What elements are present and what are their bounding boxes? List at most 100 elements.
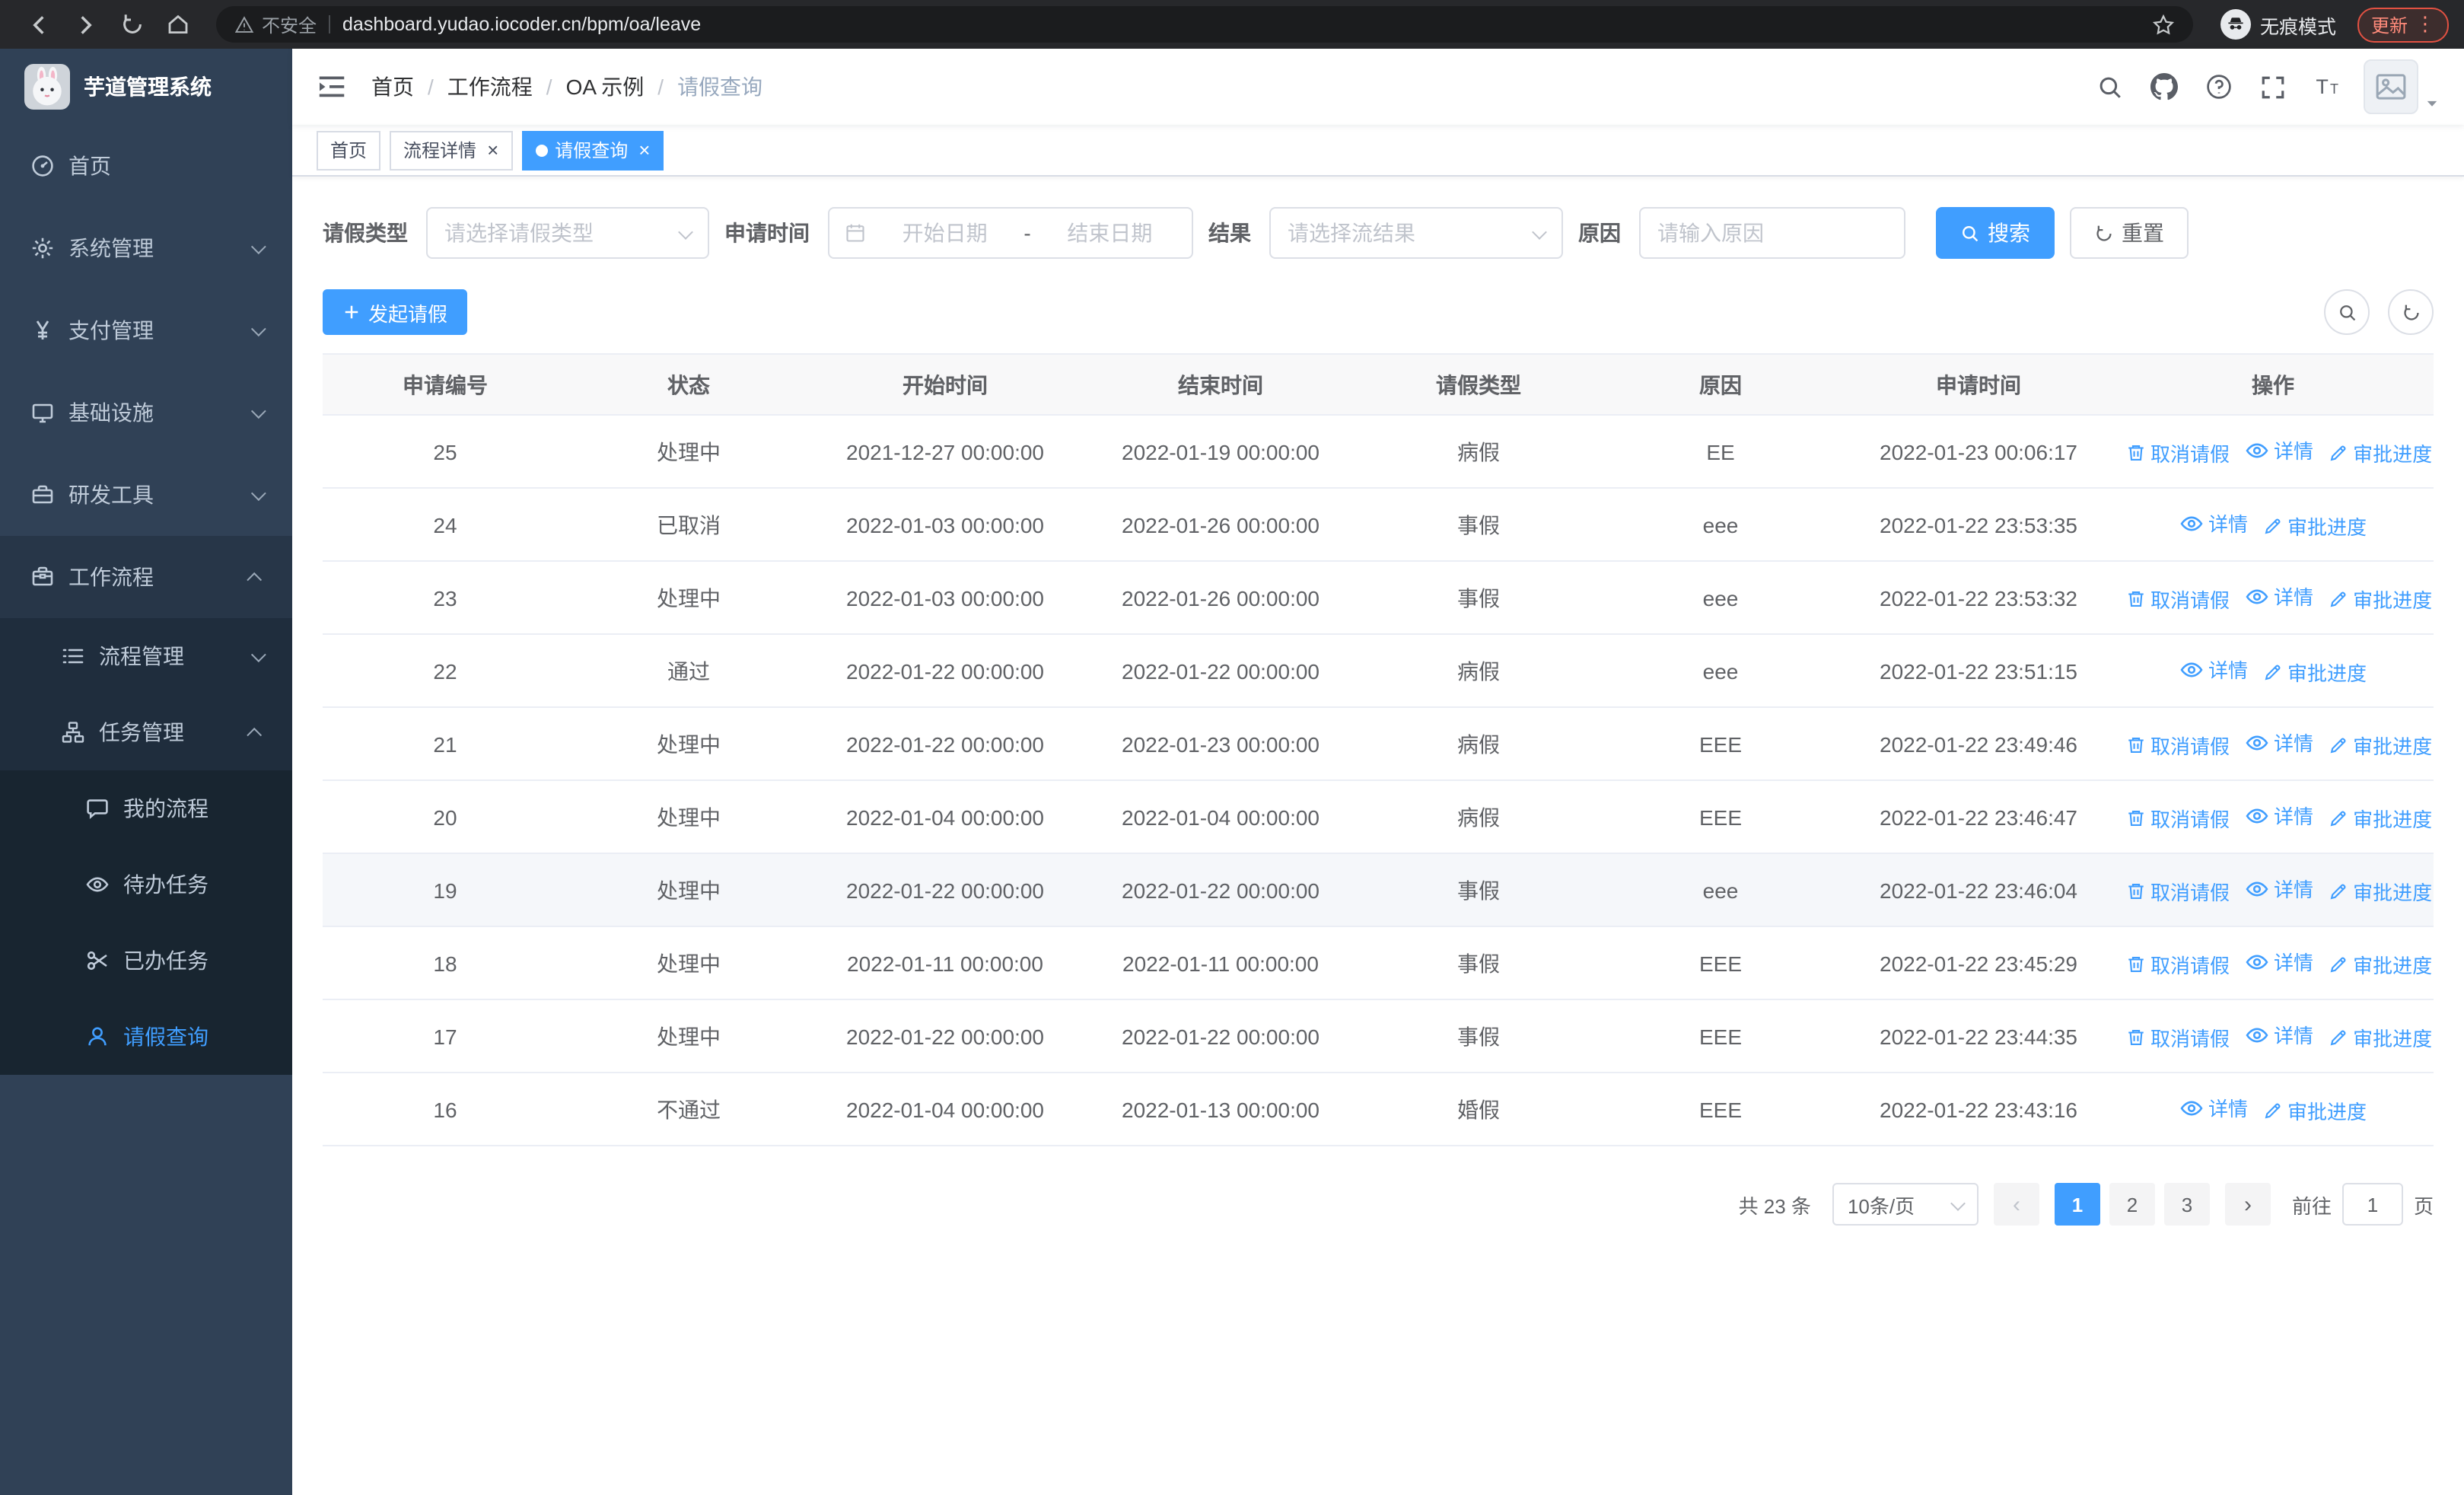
prev-page-button[interactable]: ‹ [1993,1183,2039,1226]
close-icon[interactable]: × [487,140,498,160]
progress-link[interactable]: 审批进度 [2329,1023,2432,1052]
sidebar-item-done-task[interactable]: 已办任务 [0,923,292,999]
refresh-table-button[interactable] [2388,289,2434,335]
search-icon[interactable] [2084,65,2137,109]
sidebar-item-todo-task[interactable]: 待办任务 [0,846,292,923]
cancel-link[interactable]: 取消请假 [2126,1023,2230,1052]
detail-link[interactable]: 详情 [2245,728,2313,757]
tag-leave-query[interactable]: 请假查询 × [521,130,664,170]
detail-link[interactable]: 详情 [2245,1021,2313,1050]
sidebar-item-workflow[interactable]: 工作流程 [0,536,292,618]
cancel-link[interactable]: 取消请假 [2126,877,2230,906]
detail-link[interactable]: 详情 [2179,1094,2248,1123]
sidebar-item-task-mgmt[interactable]: 任务管理 [0,694,292,770]
detail-link[interactable]: 详情 [2245,802,2313,830]
forward-icon[interactable] [62,11,110,37]
gear-icon [30,236,55,260]
update-label: 更新 [2370,14,2408,36]
create-leave-button[interactable]: 发起请假 [323,289,468,335]
goto-page-input[interactable] [2341,1183,2403,1226]
chevron-down-icon [250,646,266,662]
page-button-2[interactable]: 2 [2109,1183,2155,1226]
update-button[interactable]: 更新 ⋮ [2357,7,2449,42]
fullscreen-icon[interactable] [2246,65,2300,109]
cell-type: 事假 [1361,926,1597,1000]
reload-icon[interactable] [110,12,155,37]
sidebar-item-my-process[interactable]: 我的流程 [0,770,292,846]
detail-link[interactable]: 详情 [2245,875,2313,904]
back-icon[interactable] [15,11,62,37]
progress-link[interactable]: 审批进度 [2329,731,2432,760]
sidebar-item-system-mgmt[interactable]: 系统管理 [0,207,292,289]
eye-icon [2179,658,2204,682]
breadcrumb-home[interactable]: 首页 [371,72,414,102]
sidebar-item-home[interactable]: 首页 [0,125,292,207]
url-text[interactable]: dashboard.yudao.iocoder.cn/bpm/oa/leave [342,14,2140,35]
op-label: 审批进度 [2353,588,2433,612]
breadcrumb-workflow[interactable]: 工作流程 [447,72,533,102]
cell-reason: EE [1597,415,1845,489]
progress-link[interactable]: 审批进度 [2329,877,2432,906]
github-icon[interactable] [2137,64,2192,110]
cancel-link[interactable]: 取消请假 [2126,585,2230,614]
leave-type-select[interactable]: 请选择请假类型 [426,207,709,259]
progress-link[interactable]: 审批进度 [2263,1096,2367,1125]
trash-icon [2126,1028,2146,1047]
page-size-select[interactable]: 10条/页 [1832,1183,1979,1226]
table-header: 申请编号 状态 开始时间 结束时间 请假类型 原因 申请时间 操作 [323,354,2434,416]
font-size-icon[interactable]: TT [2300,64,2354,110]
progress-link[interactable]: 审批进度 [2263,512,2367,540]
sidebar-item-leave-query[interactable]: 请假查询 [0,999,292,1075]
toggle-search-button[interactable] [2324,289,2370,335]
sidebar-item-process-mgmt[interactable]: 流程管理 [0,618,292,694]
user-menu[interactable] [2364,59,2440,114]
sidebar-collapse-icon[interactable] [317,72,371,102]
question-icon[interactable] [2192,64,2246,110]
breadcrumb-oa-example[interactable]: OA 示例 [566,72,645,102]
progress-link[interactable]: 审批进度 [2329,950,2432,979]
cell-reason: eee [1597,634,1845,708]
progress-link[interactable]: 审批进度 [2263,658,2367,687]
progress-link[interactable]: 审批进度 [2329,585,2432,614]
eye-icon [85,872,110,897]
cell-end: 2022-01-19 00:00:00 [1081,415,1361,489]
cancel-link[interactable]: 取消请假 [2126,438,2230,467]
sidebar-item-label: 流程管理 [99,644,184,668]
avatar[interactable] [2364,59,2418,114]
cell-actions: 取消请假 详情 审批进度 [2112,853,2434,927]
detail-link[interactable]: 详情 [2179,509,2248,538]
progress-link[interactable]: 审批进度 [2329,804,2432,833]
cancel-link[interactable]: 取消请假 [2126,804,2230,833]
page-button-3[interactable]: 3 [2163,1183,2210,1226]
search-button[interactable]: 搜索 [1936,207,2055,259]
tag-home[interactable]: 首页 [317,130,381,170]
progress-link[interactable]: 审批进度 [2329,438,2432,467]
sidebar-item-payment-mgmt[interactable]: 支付管理 [0,289,292,371]
close-icon[interactable]: × [638,140,650,160]
cell-start: 2022-01-22 00:00:00 [810,853,1081,927]
sidebar-item-dev-tools[interactable]: 研发工具 [0,454,292,536]
sidebar-item-infrastructure[interactable]: 基础设施 [0,371,292,454]
detail-link[interactable]: 详情 [2245,582,2313,611]
date-range-picker[interactable]: 开始日期 - 结束日期 [828,207,1193,259]
detail-link[interactable]: 详情 [2245,436,2313,465]
menu-dots-icon[interactable]: ⋮ [2415,12,2435,37]
detail-link[interactable]: 详情 [2179,655,2248,684]
sidebar-item-label: 任务管理 [99,720,184,744]
next-page-button[interactable]: › [2224,1183,2271,1226]
star-icon[interactable] [2152,13,2175,36]
tag-process-detail[interactable]: 流程详情 × [390,130,513,170]
detail-link[interactable]: 详情 [2245,948,2313,977]
home-icon[interactable] [155,12,201,37]
cancel-link[interactable]: 取消请假 [2126,731,2230,760]
page-button-1[interactable]: 1 [2054,1183,2100,1226]
end-date-input[interactable]: 结束日期 [1043,218,1176,248]
cancel-link[interactable]: 取消请假 [2126,950,2230,979]
address-bar[interactable]: 不安全 dashboard.yudao.iocoder.cn/bpm/oa/le… [216,6,2193,43]
result-select[interactable]: 请选择流结果 [1269,207,1563,259]
security-warning[interactable]: 不安全 [234,11,317,37]
logo[interactable]: 芋道管理系统 [0,49,292,125]
start-date-input[interactable]: 开始日期 [878,218,1011,248]
reset-button[interactable]: 重置 [2070,207,2189,259]
reason-input[interactable] [1657,221,1887,245]
